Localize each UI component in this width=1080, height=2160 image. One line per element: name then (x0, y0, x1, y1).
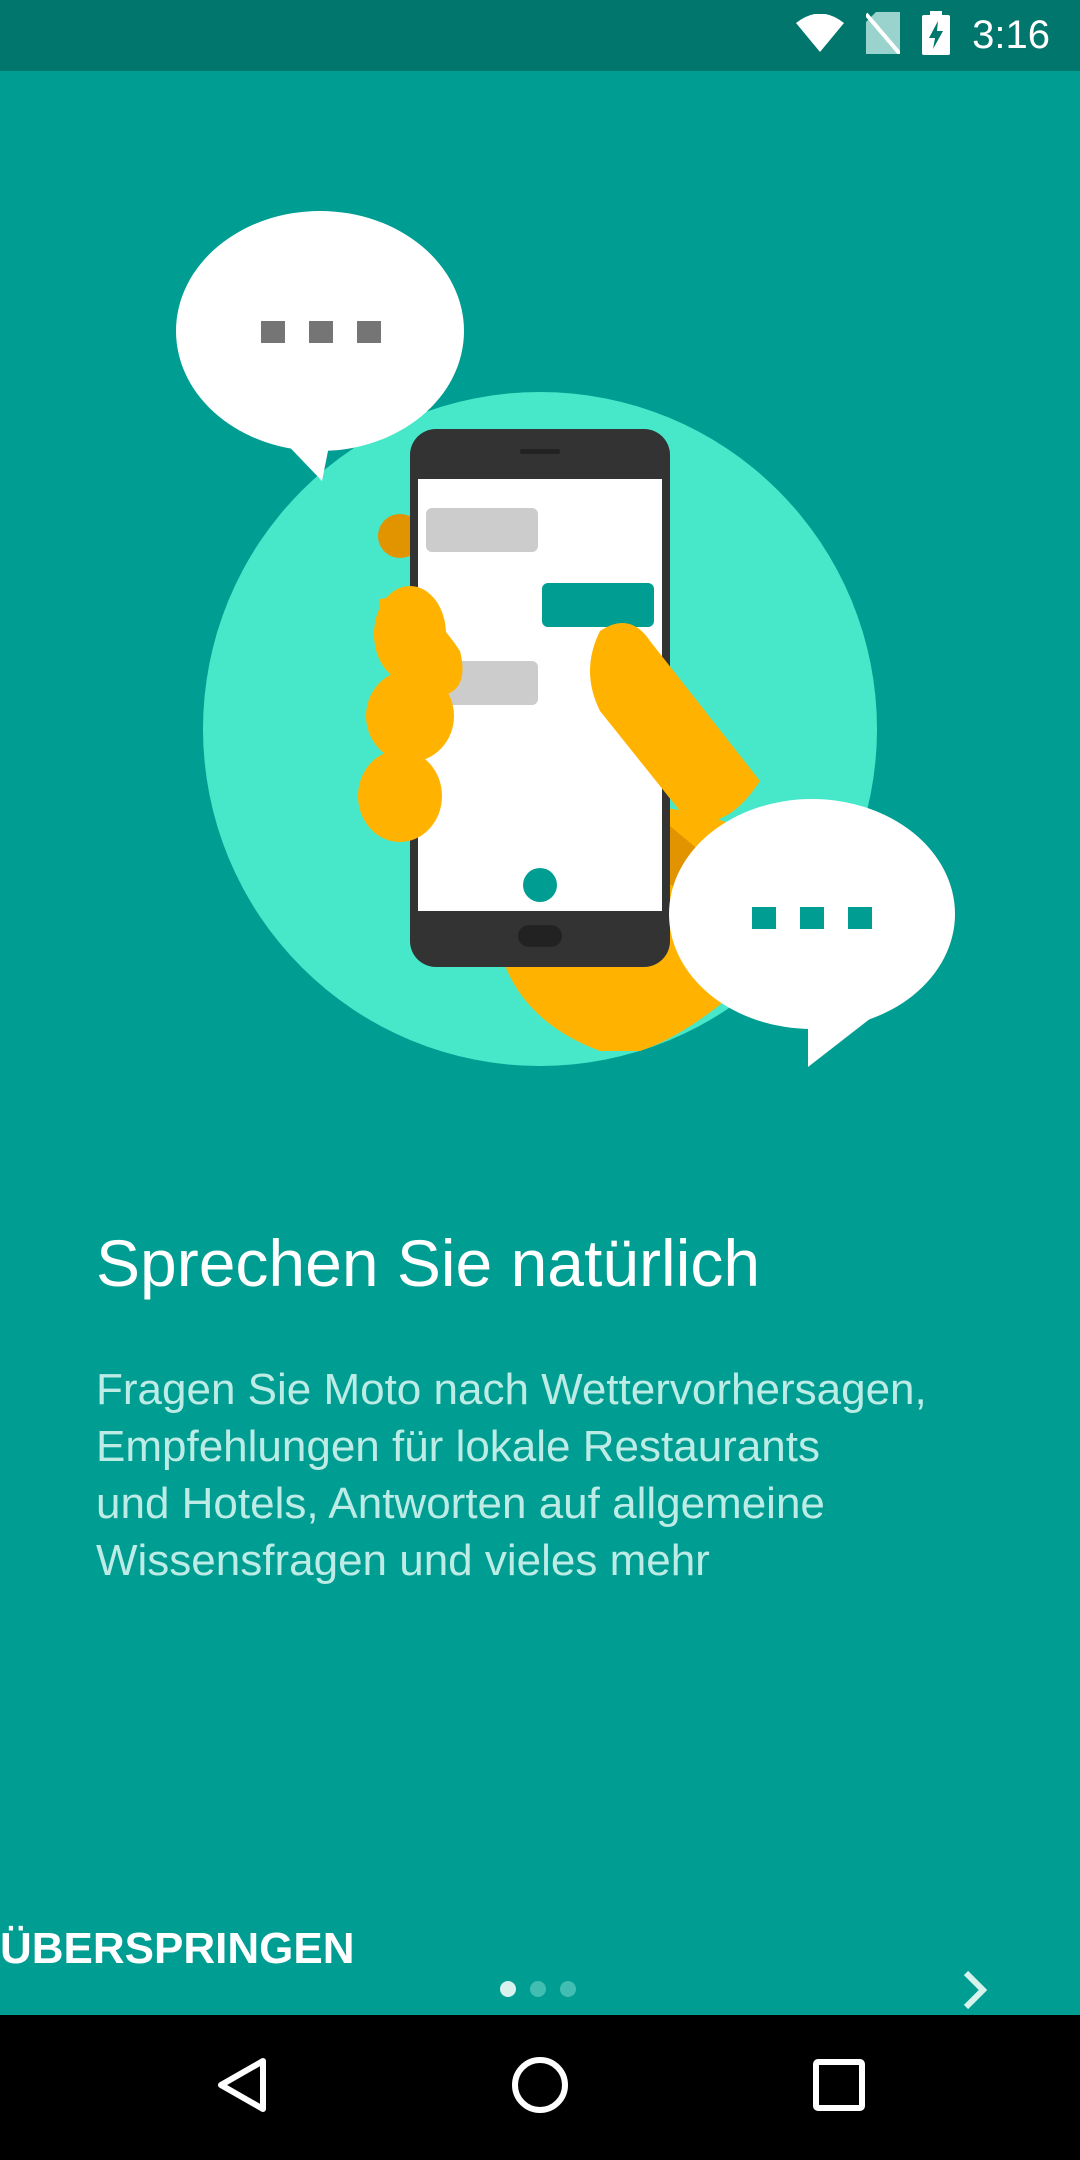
onboarding-description: Fragen Sie Moto nach Wettervorhersagen, … (96, 1365, 927, 1585)
back-button[interactable] (161, 2015, 321, 2160)
skip-button[interactable]: ÜBERSPRINGEN (0, 1909, 355, 1989)
home-icon (510, 2055, 570, 2120)
battery-charging-icon (922, 11, 951, 60)
speech-bubble-bottom-right (669, 799, 955, 1067)
page-indicator (500, 1981, 576, 1997)
no-sim-icon (864, 12, 902, 59)
home-button[interactable] (460, 2015, 620, 2160)
status-bar: 3:16 (0, 0, 1080, 71)
recents-button[interactable] (759, 2015, 919, 2160)
chat-phone-illustration (176, 211, 955, 1067)
back-icon (213, 2055, 269, 2120)
status-time: 3:16 (972, 13, 1050, 57)
page-dot (560, 1981, 576, 1997)
page-dot (530, 1981, 546, 1997)
recents-icon (811, 2057, 867, 2118)
status-icons: 3:16 (796, 0, 1050, 71)
page-dot-active (500, 1981, 516, 1997)
wifi-icon (796, 13, 845, 57)
onboarding-headline: Sprechen Sie natürlich (96, 1226, 761, 1300)
onboarding-screen: Sprechen Sie natürlich Fragen Sie Moto n… (0, 71, 1080, 2015)
navigation-bar (0, 2015, 1080, 2160)
chevron-right-icon (961, 1970, 989, 2013)
